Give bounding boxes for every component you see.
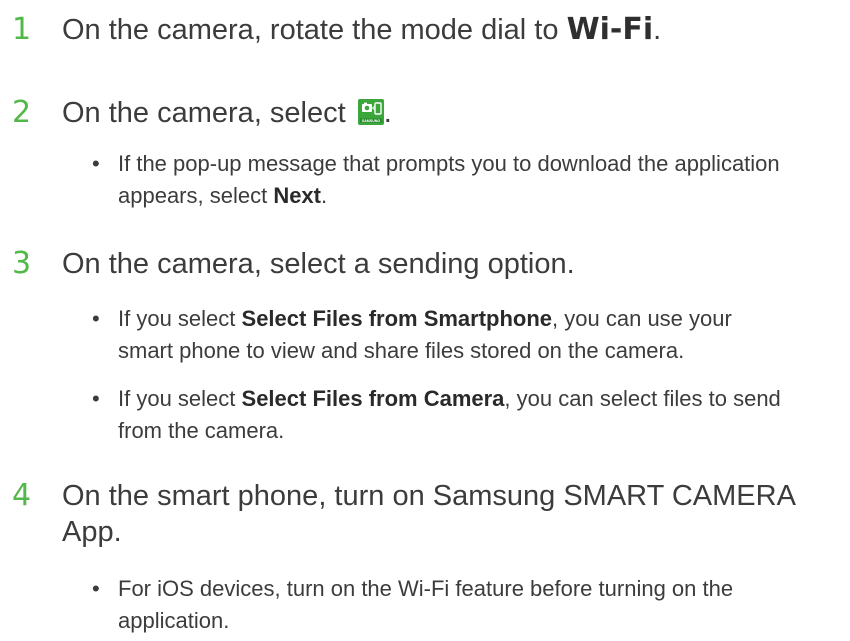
- bullet-emphasis: Next: [273, 183, 321, 208]
- step-text-part: .: [383, 97, 392, 129]
- step-text-part: On the camera, select: [62, 97, 354, 129]
- bullet-dot: •: [92, 151, 100, 176]
- wifi-mode-label: Wi-Fi: [566, 12, 654, 47]
- step-number: 3: [12, 246, 32, 281]
- bullet-dot: •: [92, 306, 100, 331]
- step-text-part: On the camera, rotate the mode dial to: [62, 14, 567, 46]
- step-number: 2: [12, 95, 32, 130]
- bullet-text: If you select Select Files from Camera, …: [92, 383, 792, 447]
- bullet-text: If you select Select Files from Smartpho…: [92, 303, 792, 367]
- step-text: On the camera, rotate the mode dial to W…: [62, 12, 661, 48]
- bullet-text: If the pop-up message that prompts you t…: [92, 148, 792, 212]
- bullet-emphasis: Select Files from Camera: [241, 386, 505, 411]
- bullet-text-part: .: [321, 183, 328, 208]
- step-text: On the camera, select SAMSUNG .: [62, 95, 392, 131]
- bullet-text: For iOS devices, turn on the Wi-Fi featu…: [118, 576, 734, 633]
- bullet-emphasis: Select Files from Smartphone: [241, 306, 553, 331]
- bullet-item: • If you select Select Files from Camera…: [92, 383, 792, 447]
- samsung-smart-camera-app-icon: SAMSUNG: [357, 98, 384, 125]
- samsung-icon-label: SAMSUNG: [362, 119, 381, 123]
- bullet-dot: •: [92, 576, 100, 601]
- bullet-text-part: If the pop-up message that prompts you t…: [118, 151, 780, 208]
- bullet-text-part: If you select: [118, 306, 242, 331]
- bullet-text-part: If you select: [118, 386, 242, 411]
- step-number: 4: [12, 478, 32, 513]
- step-text: On the smart phone, turn on Samsung SMAR…: [62, 480, 795, 548]
- bullet-dot: •: [92, 386, 100, 411]
- step-number: 1: [12, 12, 32, 47]
- bullet-item: • If the pop-up message that prompts you…: [92, 148, 792, 212]
- step-text-part: .: [653, 14, 662, 46]
- bullet-item: • For iOS devices, turn on the Wi-Fi fea…: [92, 573, 792, 637]
- bullet-item: • If you select Select Files from Smartp…: [92, 303, 792, 367]
- step-text: On the camera, select a sending option.: [62, 248, 575, 280]
